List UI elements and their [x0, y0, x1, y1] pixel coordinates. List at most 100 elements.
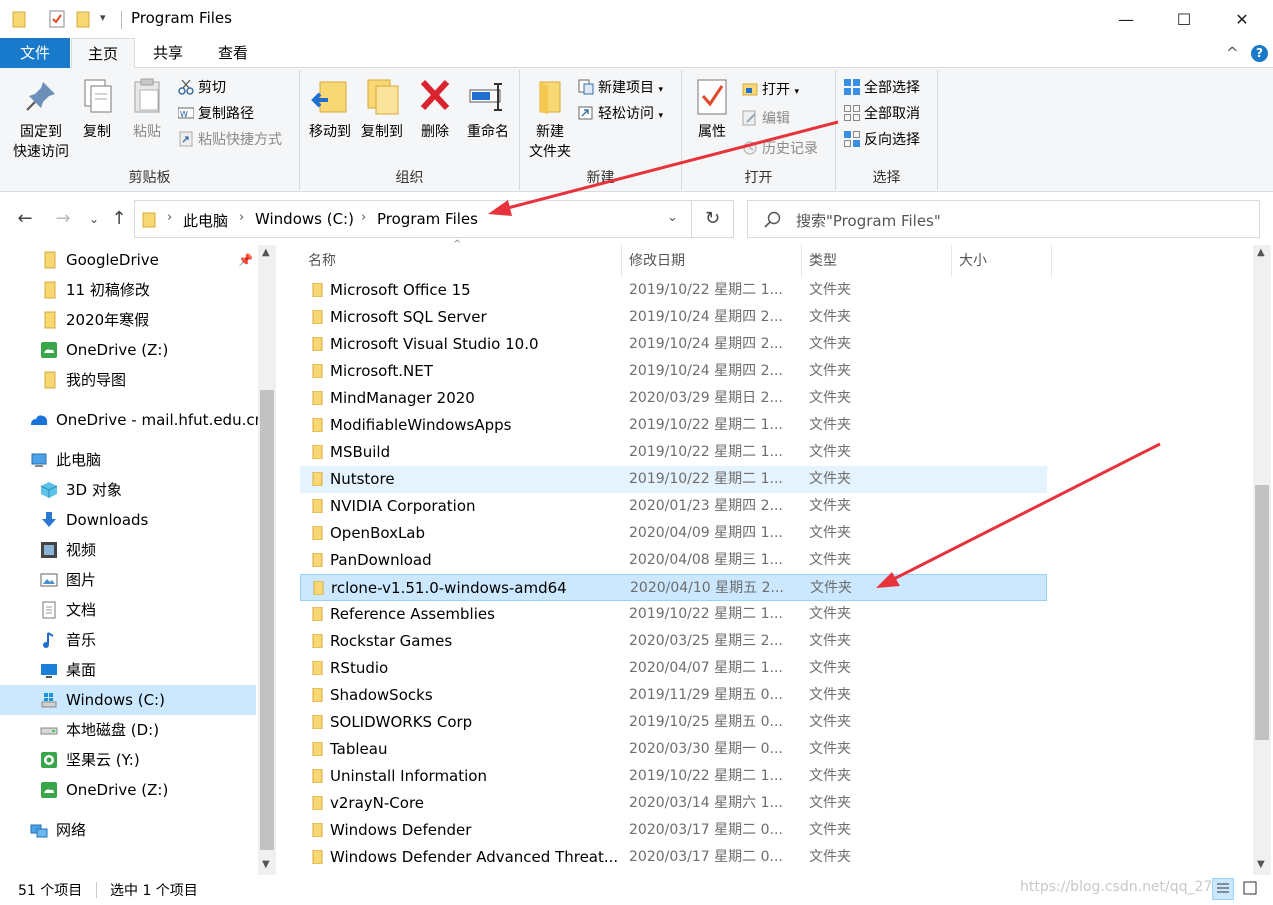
table-row[interactable]: rclone-v1.51.0-windows-amd64 2020/04/10 星… — [300, 574, 1047, 601]
table-row[interactable]: v2rayN-Core 2020/03/14 星期六 1... 文件夹 — [300, 790, 1047, 817]
sidebar-item-downloads[interactable]: Downloads — [40, 505, 256, 535]
edit-button[interactable]: 编辑 — [742, 107, 790, 131]
recent-locations-icon[interactable]: ⌄ — [82, 205, 106, 233]
table-row[interactable]: Uninstall Information 2019/10/22 星期二 1...… — [300, 763, 1047, 790]
new-folder-icon[interactable] — [76, 10, 90, 28]
search-input[interactable]: 搜索"Program Files" — [747, 200, 1260, 238]
address-history-chevron-icon[interactable]: ⌄ — [667, 210, 678, 225]
pin-quick-access-button[interactable]: 固定到 快速访问 — [6, 76, 76, 162]
sidebar-item-windows-c[interactable]: Windows (C:) — [0, 685, 256, 715]
help-icon[interactable]: ? — [1251, 45, 1268, 62]
sidebar-item-documents[interactable]: 文档 — [40, 595, 256, 625]
easy-access-button[interactable]: 轻松访问 ▾ — [578, 102, 663, 126]
pin-icon[interactable]: 📌 — [238, 245, 253, 275]
table-row[interactable]: Reference Assemblies 2019/10/22 星期二 1... 文… — [300, 601, 1047, 628]
scroll-down-icon[interactable]: ▼ — [1257, 859, 1265, 870]
table-row[interactable]: SOLIDWORKS Corp 2019/10/25 星期五 0... 文件夹 — [300, 709, 1047, 736]
sidebar-item-local-disk-d[interactable]: 本地磁盘 (D:) — [40, 715, 256, 745]
table-row[interactable]: NVIDIA Corporation 2020/01/23 星期四 2... 文件夹 — [300, 493, 1047, 520]
tab-share[interactable]: 共享 — [137, 38, 199, 68]
table-row[interactable]: Nutstore 2019/10/22 星期二 1... 文件夹 — [300, 466, 1047, 493]
cut-button[interactable]: 剪切 — [178, 76, 226, 100]
minimize-button[interactable]: — — [1097, 0, 1155, 38]
tab-file[interactable]: 文件 — [0, 38, 70, 68]
sidebar-item-desktop[interactable]: 桌面 — [40, 655, 256, 685]
paste-button[interactable]: 粘贴 — [126, 76, 168, 142]
properties-button[interactable]: 属性 — [688, 76, 736, 142]
table-row[interactable]: Microsoft Visual Studio 10.0 2019/10/24 星… — [300, 331, 1047, 358]
breadcrumb-separator-icon[interactable]: › — [167, 210, 172, 225]
column-header-modified[interactable]: 修改日期 — [621, 245, 802, 277]
details-view-icon[interactable] — [1212, 878, 1234, 900]
table-row[interactable]: Microsoft Office 15 2019/10/22 星期二 1... 文件… — [300, 277, 1047, 304]
sidebar-item-onedrive-z[interactable]: OneDrive (Z:) — [40, 335, 256, 365]
scroll-up-icon[interactable]: ▲ — [262, 247, 270, 258]
sidebar-item-my-mindmaps[interactable]: 我的导图 — [40, 365, 256, 395]
tab-home[interactable]: 主页 — [71, 38, 135, 69]
paste-shortcut-button[interactable]: 粘贴快捷方式 — [178, 128, 282, 152]
customize-quick-access-icon[interactable]: ▾ — [100, 11, 106, 24]
invert-selection-button[interactable]: 反向选择 — [844, 128, 920, 152]
file-list-scrollbar[interactable]: ▲ ▼ — [1253, 245, 1271, 875]
column-header-type[interactable]: 类型 — [801, 245, 952, 277]
sidebar-item-2020-winter[interactable]: 2020年寒假 — [40, 305, 256, 335]
breadcrumb-separator-icon[interactable]: › — [239, 210, 244, 225]
table-row[interactable]: MSBuild 2019/10/22 星期二 1... 文件夹 — [300, 439, 1047, 466]
sidebar-item-pictures[interactable]: 图片 — [40, 565, 256, 595]
open-button[interactable]: 打开 ▾ — [742, 78, 799, 102]
copy-path-button[interactable]: W 复制路径 — [177, 102, 254, 126]
sidebar-item-nutstore-y[interactable]: 坚果云 (Y:) — [40, 745, 256, 775]
table-row[interactable]: MindManager 2020 2020/03/29 星期日 2... 文件夹 — [300, 385, 1047, 412]
copy-button[interactable]: 复制 — [76, 76, 118, 142]
large-icons-view-icon[interactable] — [1240, 878, 1262, 900]
sidebar-item-googledrive[interactable]: GoogleDrive 📌 — [40, 245, 256, 275]
refresh-icon[interactable]: ↻ — [692, 200, 734, 238]
history-button[interactable]: 历史记录 — [742, 137, 818, 161]
breadcrumb-this-pc[interactable]: 此电脑 — [183, 210, 228, 231]
column-header-name[interactable]: 名称 — [300, 245, 622, 277]
table-row[interactable]: Windows Defender 2020/03/17 星期二 0... 文件夹 — [300, 817, 1047, 844]
back-arrow-icon[interactable]: ← — [13, 205, 37, 233]
table-row[interactable]: ModifiableWindowsApps 2019/10/22 星期二 1...… — [300, 412, 1047, 439]
file-list-scroll-thumb[interactable] — [1255, 485, 1269, 740]
delete-button[interactable]: 删除 — [414, 76, 456, 142]
table-row[interactable]: Rockstar Games 2020/03/25 星期三 2... 文件夹 — [300, 628, 1047, 655]
table-row[interactable]: RStudio 2020/04/07 星期二 1... 文件夹 — [300, 655, 1047, 682]
address-bar[interactable]: › 此电脑 › Windows (C:) › Program Files ⌄ — [134, 200, 692, 238]
sidebar-item-onedrive-z-2[interactable]: OneDrive (Z:) — [40, 775, 256, 805]
sidebar-item-videos[interactable]: 视频 — [40, 535, 256, 565]
tab-view[interactable]: 查看 — [200, 38, 266, 68]
sidebar-item-11-draft[interactable]: 11 初稿修改 — [40, 275, 256, 305]
column-header-size[interactable]: 大小 — [951, 245, 1052, 277]
sidebar-item-network[interactable]: 网络 — [30, 815, 256, 845]
table-row[interactable]: Tableau 2020/03/30 星期一 0... 文件夹 — [300, 736, 1047, 763]
collapse-ribbon-icon[interactable]: ^ — [1226, 38, 1239, 68]
table-row[interactable]: OpenBoxLab 2020/04/09 星期四 1... 文件夹 — [300, 520, 1047, 547]
copy-to-button[interactable]: 复制到 — [356, 76, 408, 142]
up-arrow-icon[interactable]: ↑ — [107, 205, 131, 233]
scroll-up-icon[interactable]: ▲ — [1257, 247, 1265, 258]
new-folder-button[interactable]: 新建 文件夹 — [524, 76, 576, 162]
sidebar-item-onedrive-hfut[interactable]: OneDrive - mail.hfut.edu.cn — [30, 405, 264, 435]
new-item-button[interactable]: 新建项目 ▾ — [578, 76, 663, 100]
select-all-button[interactable]: 全部选择 — [844, 76, 920, 100]
forward-arrow-icon[interactable]: → — [51, 205, 75, 233]
table-row[interactable]: Microsoft.NET 2019/10/24 星期四 2... 文件夹 — [300, 358, 1047, 385]
move-to-button[interactable]: 移动到 — [304, 76, 356, 142]
sidebar-item-this-pc[interactable]: 此电脑 — [30, 445, 256, 475]
table-row[interactable]: Windows Defender Advanced Threat... 2020/… — [300, 844, 1047, 871]
sidebar-item-music[interactable]: 音乐 — [40, 625, 256, 655]
breadcrumb-separator-icon[interactable]: › — [361, 210, 366, 225]
table-row[interactable]: PanDownload 2020/04/08 星期三 1... 文件夹 — [300, 547, 1047, 574]
sidebar-scroll-thumb[interactable] — [260, 390, 274, 850]
table-row[interactable]: Microsoft SQL Server 2019/10/24 星期四 2... 文… — [300, 304, 1047, 331]
sidebar-scrollbar[interactable]: ▲ ▼ — [258, 245, 276, 875]
breadcrumb-windows-c[interactable]: Windows (C:) — [255, 210, 354, 228]
breadcrumb-program-files[interactable]: Program Files — [377, 210, 478, 228]
maximize-button[interactable]: ☐ — [1155, 0, 1213, 38]
select-none-button[interactable]: 全部取消 — [844, 102, 920, 126]
scroll-down-icon[interactable]: ▼ — [262, 859, 270, 870]
properties-icon[interactable] — [48, 10, 66, 28]
rename-button[interactable]: 重命名 — [462, 76, 514, 142]
table-row[interactable]: ShadowSocks 2019/11/29 星期五 0... 文件夹 — [300, 682, 1047, 709]
